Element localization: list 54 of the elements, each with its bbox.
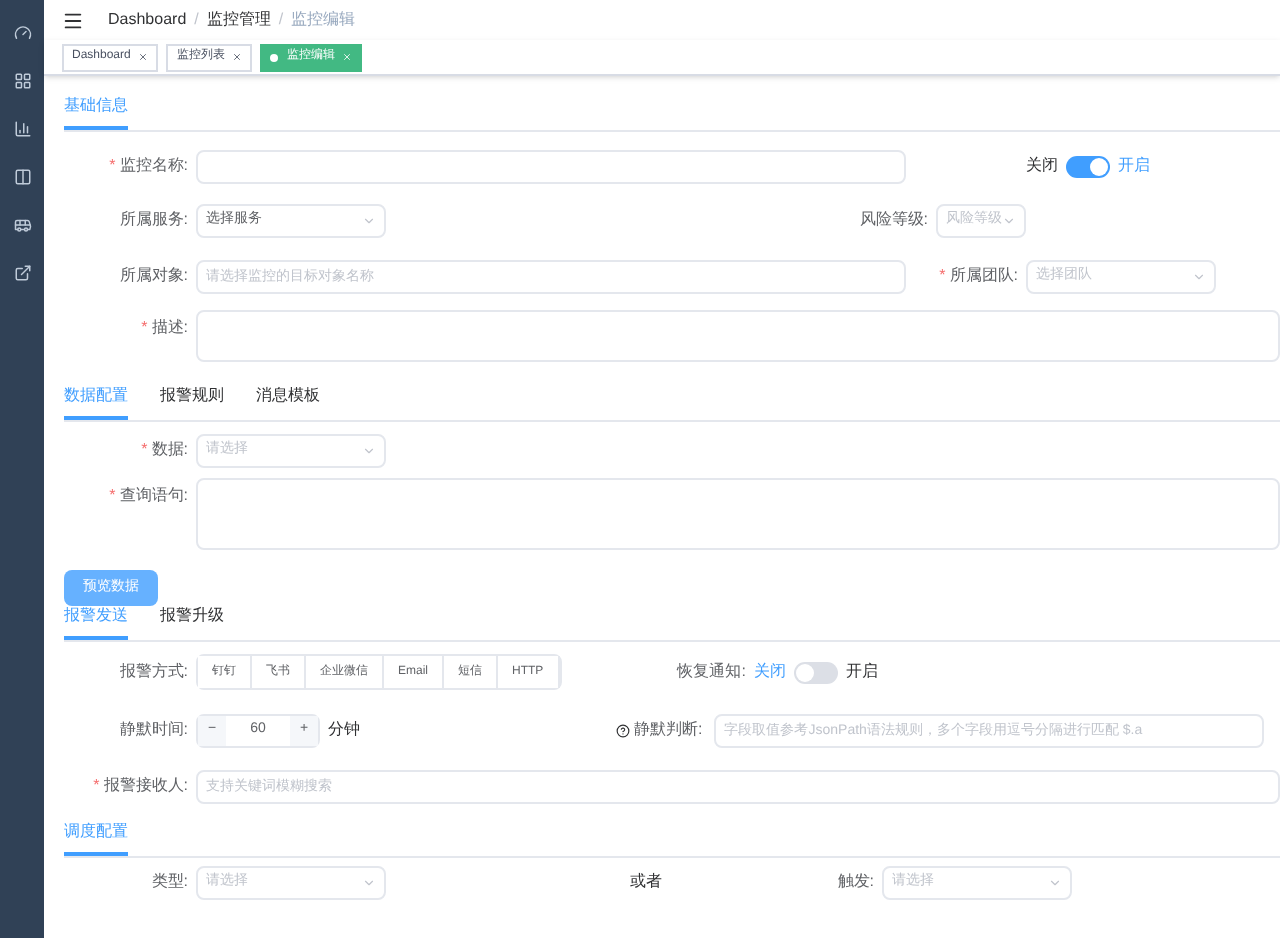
required-mark: * bbox=[939, 264, 946, 288]
grid-icon[interactable] bbox=[13, 72, 31, 90]
tab[interactable]: 报警规则 bbox=[160, 384, 224, 420]
toggle-switch[interactable] bbox=[793, 661, 838, 683]
field-label: 所属团队: bbox=[949, 264, 1018, 288]
chevron-down-icon bbox=[362, 443, 376, 457]
field-label: 静默时间: bbox=[119, 718, 188, 742]
field-label: 所属对象: bbox=[119, 264, 188, 288]
switch-off-label: 关闭 bbox=[753, 660, 786, 684]
textarea-field[interactable] bbox=[196, 478, 1280, 550]
field-label: 数据: bbox=[151, 438, 188, 462]
field-label: 静默判断: bbox=[634, 718, 703, 742]
required-mark: * bbox=[141, 316, 148, 340]
switch-on-label: 开启 bbox=[1118, 154, 1150, 178]
or-text: 或者 bbox=[630, 870, 662, 894]
help-icon[interactable] bbox=[616, 723, 630, 737]
breadcrumb-separator: / bbox=[278, 8, 284, 32]
breadcrumb-item: 监控编辑 bbox=[291, 8, 356, 32]
external-link-icon[interactable] bbox=[13, 264, 31, 282]
menu-icon[interactable] bbox=[62, 9, 84, 31]
field-label: 查询语句: bbox=[119, 484, 188, 508]
toggle-switch[interactable] bbox=[1066, 155, 1110, 177]
chevron-down-icon bbox=[1002, 213, 1016, 227]
switch-on-label: 开启 bbox=[845, 660, 878, 684]
switch-off-label: 关闭 bbox=[1026, 154, 1058, 178]
field-label: 所属服务: bbox=[119, 208, 188, 232]
field-label: 触发: bbox=[837, 870, 874, 894]
tab[interactable]: 报警升级 bbox=[160, 604, 224, 640]
input-field[interactable] bbox=[196, 149, 906, 183]
tab[interactable]: 消息模板 bbox=[256, 384, 320, 420]
unit-label: 分钟 bbox=[328, 718, 360, 742]
field-label: 监控名称: bbox=[119, 154, 188, 178]
columns-icon[interactable] bbox=[13, 168, 31, 186]
required-mark: * bbox=[93, 774, 100, 798]
field-label: 报警方式: bbox=[119, 660, 188, 684]
required-mark: * bbox=[109, 484, 116, 508]
breadcrumb-item[interactable]: 监控管理 bbox=[206, 8, 271, 32]
required-mark: * bbox=[141, 438, 148, 462]
gauge-icon[interactable] bbox=[13, 24, 31, 42]
chevron-down-icon bbox=[1192, 269, 1206, 283]
breadcrumb-item[interactable]: Dashboard bbox=[108, 8, 187, 32]
field-label: 恢复通知: bbox=[677, 660, 746, 684]
field-label: 描述: bbox=[151, 316, 188, 340]
field-label: 报警接收人: bbox=[103, 774, 188, 798]
required-mark: * bbox=[109, 154, 116, 178]
breadcrumb-separator: / bbox=[194, 8, 199, 32]
chevron-down-icon bbox=[362, 213, 376, 227]
chevron-down-icon bbox=[362, 875, 376, 889]
field-label: 风险等级: bbox=[859, 208, 928, 232]
textarea-field[interactable] bbox=[196, 310, 1280, 362]
chevron-down-icon bbox=[1048, 875, 1062, 889]
bus-icon[interactable] bbox=[13, 216, 31, 234]
field-label: 类型: bbox=[151, 870, 188, 894]
bar-chart-icon[interactable] bbox=[13, 120, 31, 138]
